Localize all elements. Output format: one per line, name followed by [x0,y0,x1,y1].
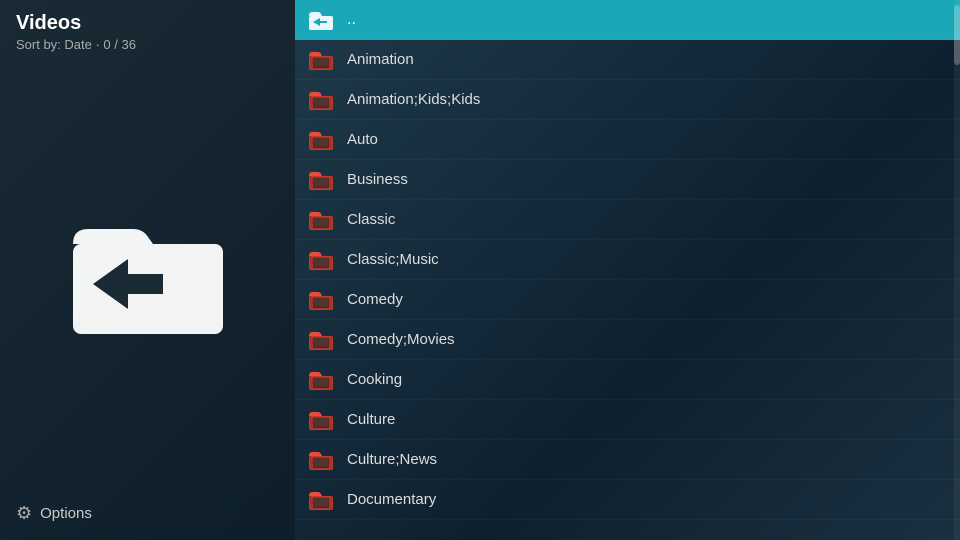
list-item[interactable]: Culture [295,400,960,440]
folder-icon-culture-news [307,446,335,474]
list-item[interactable]: Classic;Music [295,240,960,280]
list-item[interactable]: Culture;News [295,440,960,480]
folder-icon-classic [307,206,335,234]
folder-icon-comedy-movies [307,326,335,354]
sidebar-options[interactable]: ⚙ Options [16,503,92,524]
list-container[interactable]: .. Animation [295,0,960,540]
list-item[interactable]: Animation [295,40,960,80]
folder-icon-auto [307,126,335,154]
options-label: Options [40,505,92,522]
folder-icon-classic-music [307,246,335,274]
sidebar-title: Videos [16,12,136,35]
scrollbar-track[interactable] [954,0,960,540]
list-item[interactable]: Cooking [295,360,960,400]
list-item-label-comedy: Comedy [347,291,403,308]
folder-back-icon [68,209,228,339]
list-item-label-comedy-movies: Comedy;Movies [347,331,455,348]
list-item-label-classic: Classic [347,211,395,228]
folder-icon-animation [307,46,335,74]
back-label: .. [347,11,356,29]
list-item-label-auto: Auto [347,131,378,148]
list-item-label-cooking: Cooking [347,371,402,388]
list-item-label-culture: Culture [347,411,395,428]
list-item[interactable]: Classic [295,200,960,240]
folder-icon-cooking [307,366,335,394]
list-item-label-classic-music: Classic;Music [347,251,439,268]
list-item[interactable]: Comedy;Movies [295,320,960,360]
back-folder-icon [307,6,335,34]
sidebar-subtitle: Sort by: Date · 0 / 36 [16,37,136,52]
list-item[interactable]: Business [295,160,960,200]
list-item-label-animation-kids: Animation;Kids;Kids [347,91,480,108]
folder-icon-animation-kids [307,86,335,114]
folder-icon-comedy [307,286,335,314]
list-item-label-animation: Animation [347,51,414,68]
list-item-label-business: Business [347,171,408,188]
list-item[interactable]: .. [295,0,960,40]
list-item-label-culture-news: Culture;News [347,451,437,468]
sidebar: Videos Sort by: Date · 0 / 36 ⚙ Options [0,0,295,540]
list-item[interactable]: Comedy [295,280,960,320]
list-item[interactable]: Documentary [295,480,960,520]
list-item[interactable]: Animation;Kids;Kids [295,80,960,120]
gear-icon: ⚙ [16,503,32,524]
scrollbar-thumb[interactable] [954,5,960,65]
folder-icon-culture [307,406,335,434]
sidebar-header: Videos Sort by: Date · 0 / 36 [16,12,136,52]
list-item-label-documentary: Documentary [347,491,436,508]
sidebar-icon-area [16,60,279,488]
folder-icon-documentary [307,486,335,514]
main-content: .. Animation [295,0,960,540]
folder-icon-business [307,166,335,194]
list-item[interactable]: Auto [295,120,960,160]
